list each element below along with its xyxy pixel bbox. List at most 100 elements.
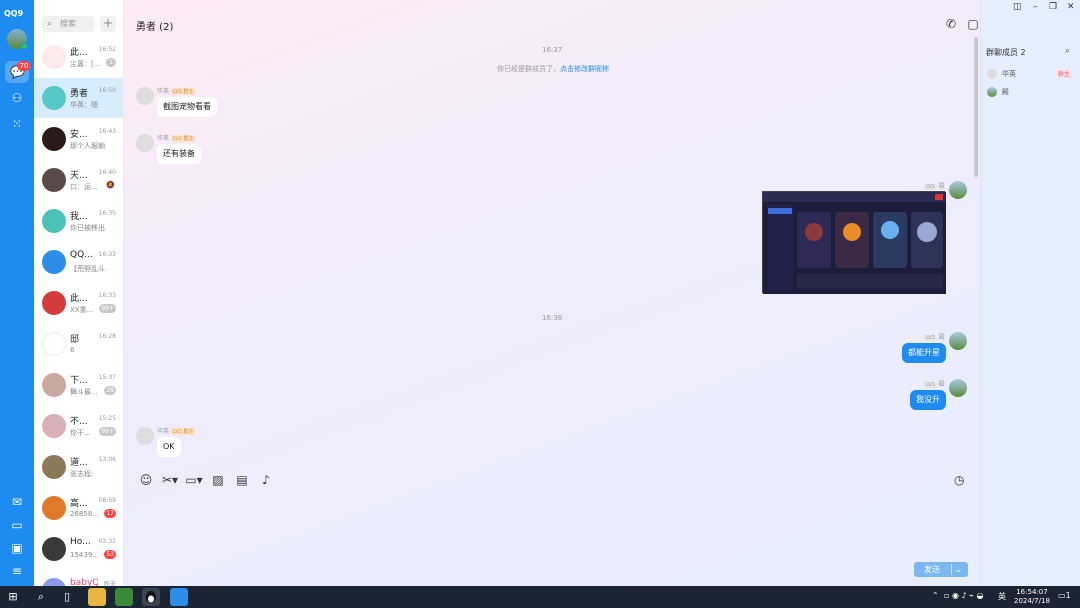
conversation-time: 03:32 bbox=[98, 538, 116, 545]
favorites-icon[interactable]: ▣ bbox=[10, 541, 24, 555]
conversation-item[interactable]: babyQ 昨天 bbox=[34, 570, 123, 586]
conversation-avatar bbox=[42, 414, 66, 438]
conversation-avatar bbox=[42, 45, 66, 69]
file-explorer-icon[interactable] bbox=[88, 588, 106, 606]
send-button[interactable]: 发送 ⌄ bbox=[914, 562, 968, 577]
level-tag: LV1 bbox=[924, 382, 937, 388]
message-bubble[interactable]: 都能升星 bbox=[902, 343, 946, 363]
member-item[interactable]: 华英 群主 bbox=[986, 67, 1076, 81]
message-bubble[interactable]: 我没升 bbox=[910, 390, 946, 410]
conversation-item[interactable]: QQ... 16:33 【荒野乱斗... bbox=[34, 242, 123, 282]
add-button[interactable]: + bbox=[100, 16, 116, 32]
clock-date: 2024/7/18 bbox=[1014, 597, 1050, 605]
member-search-icon[interactable]: ⌕ bbox=[1065, 46, 1070, 56]
conversation-preview: 你已被移出... bbox=[70, 224, 106, 232]
restore-icon[interactable]: ❐ bbox=[1049, 2, 1057, 12]
send-divider bbox=[951, 564, 952, 575]
conversation-name: 此... bbox=[70, 294, 88, 304]
self-avatar[interactable] bbox=[949, 379, 967, 397]
windows-start-icon[interactable]: ⊞ bbox=[6, 590, 20, 604]
emoji-icon[interactable]: ☺ bbox=[136, 473, 156, 487]
conversation-preview: 26858... bbox=[70, 510, 99, 518]
message-bubble[interactable]: OK bbox=[157, 437, 181, 457]
taskbar-clock[interactable]: 16:54:07 2024/7/18 bbox=[1014, 588, 1050, 606]
member-name: 殿 bbox=[1002, 88, 1009, 96]
conversation-time: 15:37 bbox=[98, 374, 116, 381]
conversation-time: 16:50 bbox=[98, 87, 116, 94]
owner-badge: 群主 bbox=[1055, 69, 1072, 78]
conversation-item[interactable]: 安... 16:43 那个人服躺子 bbox=[34, 119, 123, 159]
conversation-preview: 【荒野乱斗... bbox=[70, 265, 106, 273]
conversation-avatar bbox=[42, 373, 66, 397]
mail-icon[interactable]: ✉ bbox=[10, 495, 24, 509]
history-clock-icon[interactable]: ◷ bbox=[954, 473, 964, 487]
member-item[interactable]: 殿 bbox=[986, 85, 1076, 99]
conversation-item[interactable]: Ho... 03:32 15439... 53 bbox=[34, 529, 123, 569]
screenshot-scissors-icon[interactable]: ✂▾ bbox=[160, 473, 180, 487]
level-tag: LV2 群主 bbox=[171, 88, 196, 95]
conversation-item[interactable]: 勇者 16:50 华英：嗯 bbox=[34, 78, 123, 118]
conversation-preview: 张志程: bbox=[70, 470, 94, 478]
sender-avatar[interactable] bbox=[136, 87, 154, 105]
timestamp: 16:37 bbox=[542, 46, 563, 54]
online-status-dot bbox=[21, 43, 28, 50]
chat-scrollbar[interactable] bbox=[974, 37, 978, 177]
message-bubble[interactable]: 截图宠物看看 bbox=[157, 97, 217, 117]
voice-mic-icon[interactable]: ♪ bbox=[256, 473, 276, 487]
close-icon[interactable]: ✕ bbox=[1067, 2, 1075, 12]
app-taskbar-icon[interactable] bbox=[170, 588, 188, 606]
conversation-item[interactable]: 我... 16:35 你已被移出... bbox=[34, 201, 123, 241]
conversation-time: 13:06 bbox=[98, 456, 116, 463]
app-logo: QQ9 bbox=[4, 9, 24, 18]
tray-icons[interactable]: ▫ ◉ ♪ ⌁ ◒ bbox=[944, 591, 983, 600]
members-panel: ◫ – ❐ ✕ 群聊成员 2 ⌕ 华英 群主 殿 bbox=[980, 0, 1080, 586]
phone-call-icon[interactable]: ✆ bbox=[940, 16, 962, 32]
search-input[interactable]: ⌕ 搜索 bbox=[42, 16, 94, 32]
edit-nickname-link[interactable]: 点击修改群昵称 bbox=[560, 65, 609, 73]
store-icon[interactable] bbox=[115, 588, 133, 606]
conversation-item[interactable]: 邸 16:28 6 bbox=[34, 324, 123, 364]
conversation-time: 08:59 bbox=[98, 497, 116, 504]
qq-taskbar-icon[interactable] bbox=[142, 588, 160, 606]
sender-avatar[interactable] bbox=[136, 134, 154, 152]
conversation-item[interactable]: 此... 16:33 XX重... 99+ bbox=[34, 283, 123, 323]
self-avatar[interactable] bbox=[949, 332, 967, 350]
menu-icon[interactable]: ≡ bbox=[10, 564, 24, 578]
pin-window-icon[interactable]: ◫ bbox=[1013, 2, 1022, 12]
conversation-item[interactable]: 天... 16:40 口：运... 🔕 bbox=[34, 160, 123, 200]
file-folder-icon[interactable]: ▭▾ bbox=[184, 473, 204, 487]
level-tag: LV1 bbox=[924, 335, 937, 341]
conversation-item[interactable]: 不... 15:25 你干... 99+ bbox=[34, 406, 123, 446]
conversation-item[interactable]: 下... 15:37 舞斗最... 28 bbox=[34, 365, 123, 405]
conversation-item[interactable]: 道... 13:06 张志程: bbox=[34, 447, 123, 487]
sender-avatar[interactable] bbox=[136, 427, 154, 445]
contacts-icon[interactable]: ⚇ bbox=[10, 91, 24, 105]
conversation-avatar bbox=[42, 209, 66, 233]
notification-icon[interactable]: ▭1 bbox=[1058, 591, 1071, 600]
message-bubble[interactable]: 还有装备 bbox=[157, 144, 201, 164]
member-avatar bbox=[987, 69, 997, 79]
red-packet-icon[interactable]: ▤ bbox=[232, 473, 252, 487]
unread-badge: 70 bbox=[17, 61, 31, 71]
tray-expand-icon[interactable]: ⌃ bbox=[932, 591, 939, 600]
folder-icon[interactable]: ▭ bbox=[10, 518, 24, 532]
task-view-icon[interactable]: ▯ bbox=[60, 590, 74, 604]
image-icon[interactable]: ▨ bbox=[208, 473, 228, 487]
windows-taskbar: ⊞ ⌕ ▯ ⌃ ▫ ◉ ♪ ⌁ ◒ 英 16:54:07 2024/7/18 ▭… bbox=[0, 586, 1080, 608]
chevron-down-icon[interactable]: ⌄ bbox=[955, 562, 962, 577]
minimize-icon[interactable]: – bbox=[1033, 2, 1038, 12]
conversation-name: 不... bbox=[70, 417, 88, 427]
conversation-item[interactable]: 高... 08:59 26858... 17 bbox=[34, 488, 123, 528]
level-tag: LV1 bbox=[924, 184, 937, 190]
taskbar-search-icon[interactable]: ⌕ bbox=[34, 590, 48, 604]
apps-grid-icon[interactable]: ⁙ bbox=[10, 117, 24, 131]
image-message[interactable] bbox=[762, 191, 946, 294]
self-avatar[interactable] bbox=[949, 181, 967, 199]
game-screenshot-thumbnail bbox=[763, 192, 946, 294]
unread-count-badge: 99+ bbox=[99, 427, 116, 436]
conversation-item[interactable]: 此... 16:52 尘嚣：[... 1 bbox=[34, 37, 123, 77]
conversation-avatar bbox=[42, 250, 66, 274]
conversation-avatar bbox=[42, 496, 66, 520]
clock-time: 16:54:07 bbox=[1016, 588, 1048, 596]
ime-indicator[interactable]: 英 bbox=[998, 591, 1006, 602]
